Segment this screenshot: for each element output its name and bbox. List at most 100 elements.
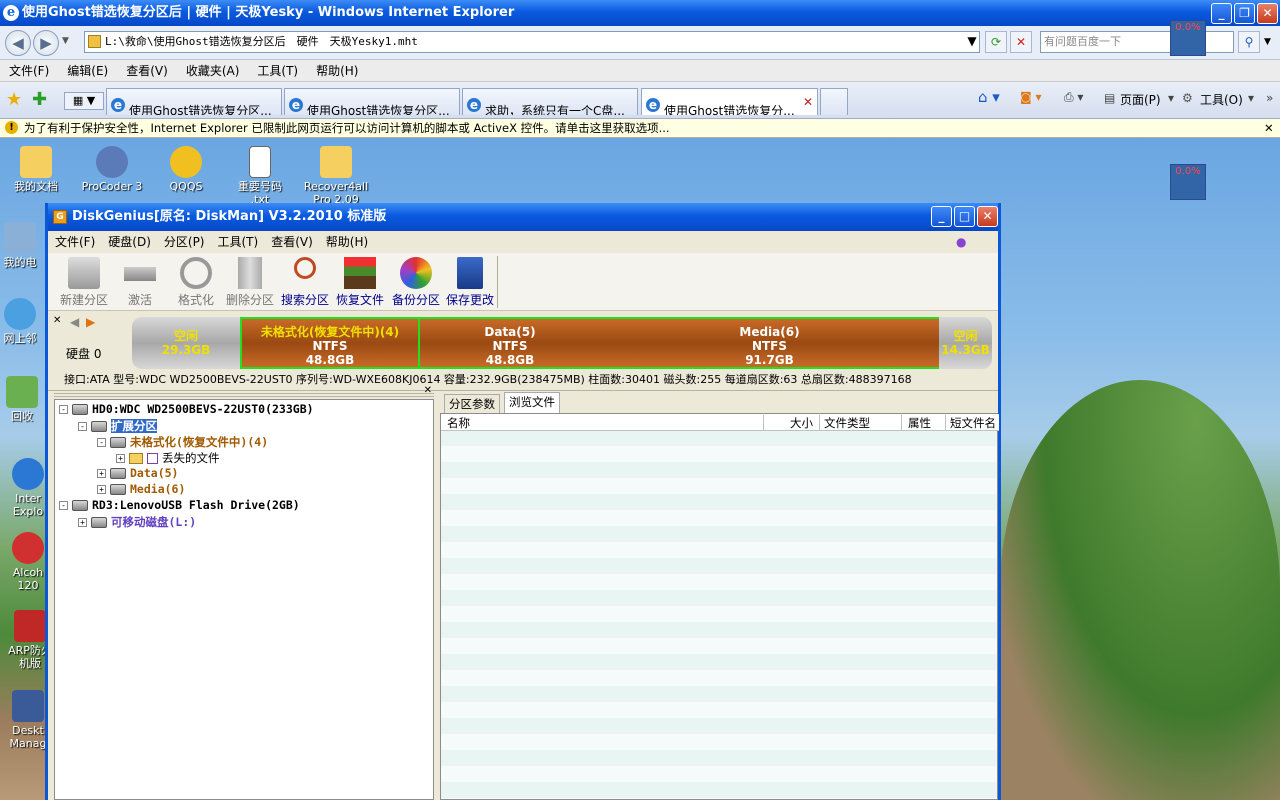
tree-node[interactable]: - 未格式化(恢复文件中)(4) <box>97 434 268 450</box>
tree-expander-icon[interactable]: - <box>78 422 87 431</box>
menu-edit[interactable]: 编辑(E) <box>58 60 117 82</box>
tree-node[interactable]: - HD0:WDC WD2500BEVS-22UST0(233GB) <box>59 402 314 416</box>
partition-segment-1[interactable]: 未格式化(恢复文件中)(4) NTFS 48.8GB <box>240 317 420 369</box>
home-icon[interactable]: ⌂ ▾ <box>978 88 1000 106</box>
firewall-icon <box>14 610 46 642</box>
menu-view[interactable]: 查看(V) <box>117 60 177 82</box>
dg-minimize-button[interactable]: _ <box>931 206 952 227</box>
tree-node[interactable]: + Media(6) <box>97 482 185 496</box>
prev-disk-icon[interactable]: ◀ <box>70 315 79 329</box>
tree-node[interactable]: - RD3:LenovoUSB Flash Drive(2GB) <box>59 498 300 512</box>
stop-icon[interactable]: ✕ <box>1010 31 1032 53</box>
dg-menu-disk[interactable]: 硬盘(D) <box>101 231 157 253</box>
tree-expander-icon[interactable]: + <box>78 518 87 527</box>
col-short-name[interactable]: 短文件名 <box>945 415 996 431</box>
desktop-icon-recover4all[interactable]: Recover4all Pro 2.09 <box>296 146 376 206</box>
delete-partition-button[interactable]: 删除分区 <box>222 257 278 308</box>
backup-disc-icon <box>400 257 432 289</box>
partition-segment-4[interactable]: 空闲 14.3GB <box>939 317 992 369</box>
tree-expander-icon[interactable]: - <box>59 405 68 414</box>
file-list[interactable]: 名称 大小 文件类型 属性 短文件名 <box>440 413 999 800</box>
partition-segment-0[interactable]: 空闲 29.3GB <box>132 317 240 369</box>
tab-browse-files[interactable]: 浏览文件 <box>504 392 560 413</box>
menu-file[interactable]: 文件(F) <box>0 60 58 82</box>
tab-4-active[interactable]: e 使用Ghost错选恢复分... ✕ <box>641 88 818 115</box>
seg-size: 48.8GB <box>305 353 355 367</box>
close-button[interactable]: ✕ <box>1257 3 1278 24</box>
desktop-icon-qq[interactable]: QQQS <box>146 146 226 193</box>
tab-partition-params[interactable]: 分区参数 <box>444 394 500 413</box>
dg-menu-help[interactable]: 帮助(H) <box>319 231 374 253</box>
quick-tabs-icon[interactable]: ▦ ▼ <box>64 92 104 110</box>
tree-expander-icon[interactable]: + <box>97 485 106 494</box>
tree-expander-icon[interactable]: + <box>116 454 125 463</box>
desktop-icon-important-numbers[interactable]: 重要号码 .txt <box>220 146 300 206</box>
panel-close-icon[interactable]: ✕ <box>53 315 61 326</box>
forward-button[interactable]: ▶ <box>33 30 59 56</box>
backup-partition-button[interactable]: 备份分区 <box>388 257 444 308</box>
refresh-icon[interactable]: ⟳ <box>985 31 1007 53</box>
restore-button[interactable]: ❐ <box>1234 3 1255 24</box>
col-size[interactable]: 大小 <box>763 415 813 431</box>
save-changes-button[interactable]: 保存更改 <box>442 257 498 308</box>
tree-node[interactable]: + 丢失的文件 <box>116 450 220 466</box>
address-dropdown-icon[interactable]: ▼ <box>961 31 983 53</box>
toolbar-chevron-icon[interactable]: » <box>1266 91 1273 105</box>
dg-menu-tools[interactable]: 工具(T) <box>211 231 265 253</box>
dg-close-button[interactable]: ✕ <box>977 206 998 227</box>
col-name[interactable]: 名称 <box>447 415 470 431</box>
tab-1[interactable]: e 使用Ghost错选恢复分区... <box>106 88 282 115</box>
info-bar-close-icon[interactable]: ✕ <box>1264 119 1274 137</box>
back-button[interactable]: ◀ <box>5 30 31 56</box>
favorites-star-icon[interactable]: ★ <box>6 89 22 110</box>
tree-node-label: RD3:LenovoUSB Flash Drive(2GB) <box>92 498 300 512</box>
folder-icon <box>320 146 352 178</box>
tree-node[interactable]: + Data(5) <box>97 466 178 480</box>
tree-expander-icon[interactable]: - <box>59 501 68 510</box>
rss-feed-icon[interactable]: ◙ ▾ <box>1020 90 1041 104</box>
format-button[interactable]: 格式化 <box>168 257 224 308</box>
tree-expander-icon[interactable]: - <box>97 438 106 447</box>
minimize-button[interactable]: _ <box>1211 3 1232 24</box>
menu-tools[interactable]: 工具(T) <box>248 60 307 82</box>
col-type[interactable]: 文件类型 <box>819 415 870 431</box>
activate-button[interactable]: 激活 <box>112 257 168 308</box>
partition-segment-2[interactable]: Data(5) NTFS 48.8GB <box>420 317 600 369</box>
dg-menu-partition[interactable]: 分区(P) <box>157 231 211 253</box>
security-info-bar[interactable]: ! 为了有利于保护安全性，Internet Explorer 已限制此网页运行可… <box>0 119 1280 138</box>
dg-maximize-button[interactable]: □ <box>954 206 975 227</box>
desktop-icon-procoder[interactable]: ProCoder 3 <box>72 146 152 193</box>
desktop-icon-my-documents[interactable]: 我的文档 <box>0 146 76 193</box>
new-partition-button[interactable]: 新建分区 <box>56 257 112 308</box>
menu-favorites[interactable]: 收藏夹(A) <box>177 60 249 82</box>
tree-node[interactable]: + 可移动磁盘(L:) <box>78 514 196 530</box>
tree-node[interactable]: - 扩展分区 <box>78 418 157 434</box>
search-icon[interactable]: ⚲ <box>1238 31 1260 53</box>
address-input[interactable]: L:\救命\使用Ghost错选恢复分区后 硬件 天极Yesky1.mht <box>84 31 980 53</box>
recover-files-button[interactable]: 恢复文件 <box>332 257 388 308</box>
tree-splitter[interactable]: ✕ <box>54 385 434 399</box>
checkbox[interactable] <box>147 453 158 464</box>
next-disk-icon[interactable]: ▶ <box>86 315 95 329</box>
seg-size: 29.3GB <box>161 343 211 357</box>
new-tab-button[interactable] <box>820 88 848 115</box>
tree-expander-icon[interactable]: + <box>97 469 106 478</box>
add-favorites-icon[interactable]: ✚ <box>32 89 47 110</box>
menu-help[interactable]: 帮助(H) <box>307 60 367 82</box>
col-attr[interactable]: 属性 <box>901 415 931 431</box>
page-menu-button[interactable]: 页面(P) <box>1120 91 1161 108</box>
tools-menu-button[interactable]: 工具(O) <box>1200 91 1243 108</box>
partition-segment-3[interactable]: Media(6) NTFS 91.7GB <box>600 317 939 369</box>
tree-close-icon[interactable]: ✕ <box>424 385 432 396</box>
dg-menu-file[interactable]: 文件(F) <box>48 231 101 253</box>
network-icon <box>4 298 36 330</box>
search-options-icon[interactable]: ▼ <box>1264 37 1271 47</box>
tab-3[interactable]: e 求助，系统只有一个C盘... <box>462 88 638 115</box>
tab-close-icon[interactable]: ✕ <box>803 89 813 115</box>
dg-menu-view[interactable]: 查看(V) <box>264 231 319 253</box>
history-dropdown-icon[interactable]: ▼ <box>62 36 69 46</box>
search-partition-button[interactable]: 搜索分区 <box>277 257 333 308</box>
tab-2[interactable]: e 使用Ghost错选恢复分区... <box>284 88 460 115</box>
print-icon[interactable]: ⎙ ▾ <box>1064 90 1083 105</box>
icon-label: 我的文档 <box>14 180 58 193</box>
